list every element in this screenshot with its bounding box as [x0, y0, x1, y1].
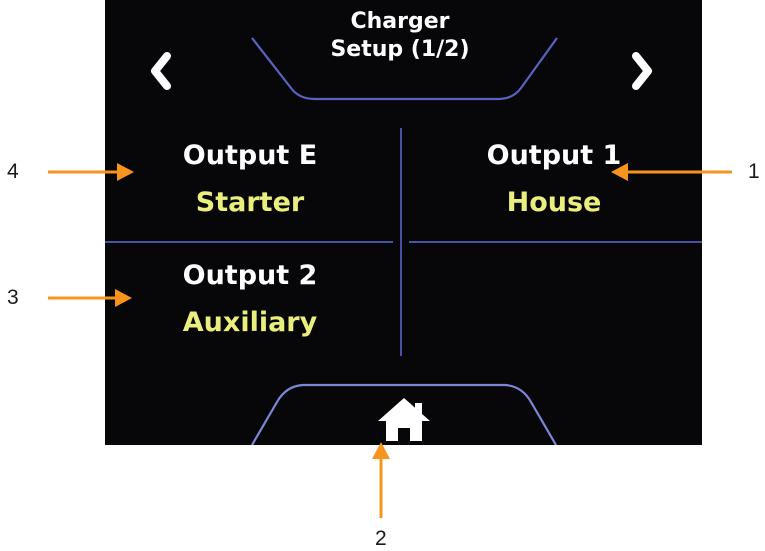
- callout-label-2: 2: [375, 527, 387, 550]
- callout-arrowhead-1: [611, 163, 628, 181]
- callout-label-4: 4: [7, 160, 19, 183]
- callout-label-1: 1: [748, 160, 760, 183]
- callout-arrowhead-3: [115, 289, 132, 307]
- callout-arrows: [48, 163, 732, 518]
- callout-arrowhead-4: [117, 163, 134, 181]
- callout-label-3: 3: [7, 286, 19, 309]
- callout-arrowhead-2: [372, 442, 390, 459]
